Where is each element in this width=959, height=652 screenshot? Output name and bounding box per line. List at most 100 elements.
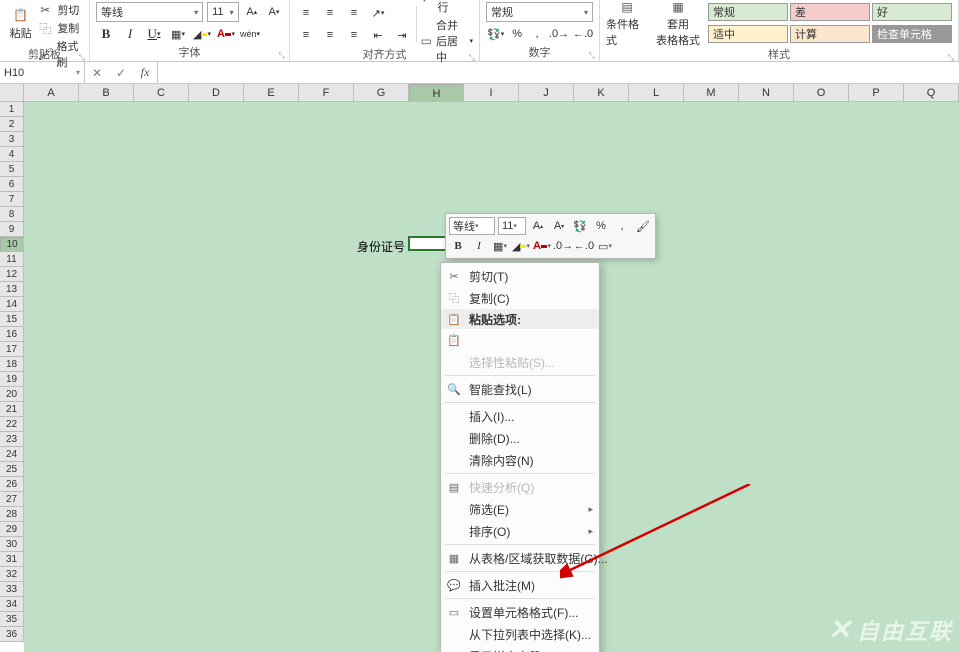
row-header-24[interactable]: 24 — [0, 447, 24, 462]
style-neutral[interactable]: 适中 — [708, 25, 788, 43]
col-header-N[interactable]: N — [739, 84, 794, 102]
phonetic-button[interactable]: wén▾ — [240, 24, 260, 44]
table-format-button[interactable]: ▦ 套用 表格格式 — [654, 2, 702, 46]
ctx-format-cells[interactable]: ▭设置单元格格式(F)... — [441, 601, 599, 623]
col-header-C[interactable]: C — [134, 84, 189, 102]
fill-color-button[interactable]: ◢▾ — [192, 24, 212, 44]
row-header-22[interactable]: 22 — [0, 417, 24, 432]
row-header-4[interactable]: 4 — [0, 147, 24, 162]
row-header-29[interactable]: 29 — [0, 522, 24, 537]
ctx-sort[interactable]: 排序(O)▸ — [441, 520, 599, 542]
italic-button[interactable]: I — [120, 24, 140, 44]
enter-formula-button[interactable]: ✓ — [109, 62, 133, 84]
style-good[interactable]: 好 — [872, 3, 952, 21]
row-header-26[interactable]: 26 — [0, 477, 24, 492]
mini-percent[interactable]: % — [592, 217, 610, 235]
row-header-35[interactable]: 35 — [0, 612, 24, 627]
ctx-insert[interactable]: 插入(I)... — [441, 405, 599, 427]
style-check[interactable]: 检查单元格 — [872, 25, 952, 43]
col-header-J[interactable]: J — [519, 84, 574, 102]
row-header-31[interactable]: 31 — [0, 552, 24, 567]
row-header-3[interactable]: 3 — [0, 132, 24, 147]
row-header-28[interactable]: 28 — [0, 507, 24, 522]
col-header-M[interactable]: M — [684, 84, 739, 102]
row-header-15[interactable]: 15 — [0, 312, 24, 327]
bold-button[interactable]: B — [96, 24, 116, 44]
row-header-13[interactable]: 13 — [0, 282, 24, 297]
col-header-K[interactable]: K — [574, 84, 629, 102]
col-header-F[interactable]: F — [299, 84, 354, 102]
ctx-clear-contents[interactable]: 清除内容(N) — [441, 449, 599, 471]
mini-currency[interactable]: 💱 — [571, 217, 589, 235]
align-middle-button[interactable]: ≡ — [320, 3, 340, 23]
align-right-button[interactable]: ≡ — [344, 25, 364, 45]
ctx-get-from-range[interactable]: ▦从表格/区域获取数据(G)... — [441, 547, 599, 569]
row-header-16[interactable]: 16 — [0, 327, 24, 342]
row-header-34[interactable]: 34 — [0, 597, 24, 612]
underline-button[interactable]: U▾ — [144, 24, 164, 44]
row-header-12[interactable]: 12 — [0, 267, 24, 282]
row-header-11[interactable]: 11 — [0, 252, 24, 267]
align-left-button[interactable]: ≡ — [296, 25, 316, 45]
col-header-E[interactable]: E — [244, 84, 299, 102]
cut-button[interactable]: ✂剪切 — [37, 2, 83, 18]
font-color-button[interactable]: A▾ — [216, 24, 236, 44]
col-header-O[interactable]: O — [794, 84, 849, 102]
ctx-paste-option-keep[interactable]: 📋 — [441, 329, 599, 351]
row-header-10[interactable]: 10 — [0, 237, 24, 252]
col-header-P[interactable]: P — [849, 84, 904, 102]
formula-bar[interactable] — [158, 62, 959, 83]
mini-font-size[interactable]: 11▾ — [498, 217, 526, 235]
fx-button[interactable]: fx — [133, 62, 157, 84]
ctx-pick-dropdown[interactable]: 从下拉列表中选择(K)... — [441, 623, 599, 645]
cancel-formula-button[interactable]: ✕ — [85, 62, 109, 84]
percent-button[interactable]: % — [509, 24, 525, 44]
mini-italic[interactable]: I — [470, 237, 488, 255]
ctx-cut[interactable]: ✂剪切(T) — [441, 265, 599, 287]
indent-dec-button[interactable]: ⇤ — [368, 25, 388, 45]
decrease-font-button[interactable]: A▾ — [265, 2, 283, 22]
row-header-5[interactable]: 5 — [0, 162, 24, 177]
dec-decimal-button[interactable]: ←.0 — [573, 24, 593, 44]
mini-bold[interactable]: B — [449, 237, 467, 255]
mini-font-name[interactable]: 等线▾ — [449, 217, 495, 235]
row-header-9[interactable]: 9 — [0, 222, 24, 237]
orientation-button[interactable]: ↗▾ — [368, 3, 388, 23]
col-header-Q[interactable]: Q — [904, 84, 959, 102]
mini-inc-decimal[interactable]: .0→ — [554, 237, 572, 255]
col-header-G[interactable]: G — [354, 84, 409, 102]
row-header-6[interactable]: 6 — [0, 177, 24, 192]
mini-fill-color[interactable]: ◢▾ — [512, 237, 530, 255]
font-name-select[interactable]: 等线▾ — [96, 2, 203, 22]
row-header-30[interactable]: 30 — [0, 537, 24, 552]
col-header-A[interactable]: A — [24, 84, 79, 102]
mini-comma[interactable]: , — [613, 217, 631, 235]
col-header-H[interactable]: H — [409, 84, 464, 104]
row-header-25[interactable]: 25 — [0, 462, 24, 477]
ctx-filter[interactable]: 筛选(E)▸ — [441, 498, 599, 520]
col-header-B[interactable]: B — [79, 84, 134, 102]
select-all-corner[interactable] — [0, 84, 24, 102]
currency-button[interactable]: 💱▾ — [486, 24, 505, 44]
mini-border[interactable]: ▦▾ — [491, 237, 509, 255]
font-size-select[interactable]: 11▾ — [207, 2, 239, 22]
indent-inc-button[interactable]: ⇥ — [392, 25, 412, 45]
row-header-8[interactable]: 8 — [0, 207, 24, 222]
mini-font-color[interactable]: A▾ — [533, 237, 551, 255]
row-header-7[interactable]: 7 — [0, 192, 24, 207]
comma-button[interactable]: , — [529, 24, 545, 44]
row-header-23[interactable]: 23 — [0, 432, 24, 447]
mini-format-painter[interactable]: 🖌 — [634, 217, 652, 235]
inc-decimal-button[interactable]: .0→ — [549, 24, 569, 44]
row-header-32[interactable]: 32 — [0, 567, 24, 582]
ctx-smart-lookup[interactable]: 🔍智能查找(L) — [441, 378, 599, 400]
row-header-33[interactable]: 33 — [0, 582, 24, 597]
row-header-20[interactable]: 20 — [0, 387, 24, 402]
increase-font-button[interactable]: A▴ — [243, 2, 261, 22]
ctx-show-pinyin[interactable]: wén显示拼音字段(S) — [441, 645, 599, 652]
mini-dec-font[interactable]: A▾ — [550, 217, 568, 235]
style-bad[interactable]: 差 — [790, 3, 870, 21]
row-header-19[interactable]: 19 — [0, 372, 24, 387]
paste-button[interactable]: 📋 粘贴 — [6, 2, 35, 46]
row-header-14[interactable]: 14 — [0, 297, 24, 312]
